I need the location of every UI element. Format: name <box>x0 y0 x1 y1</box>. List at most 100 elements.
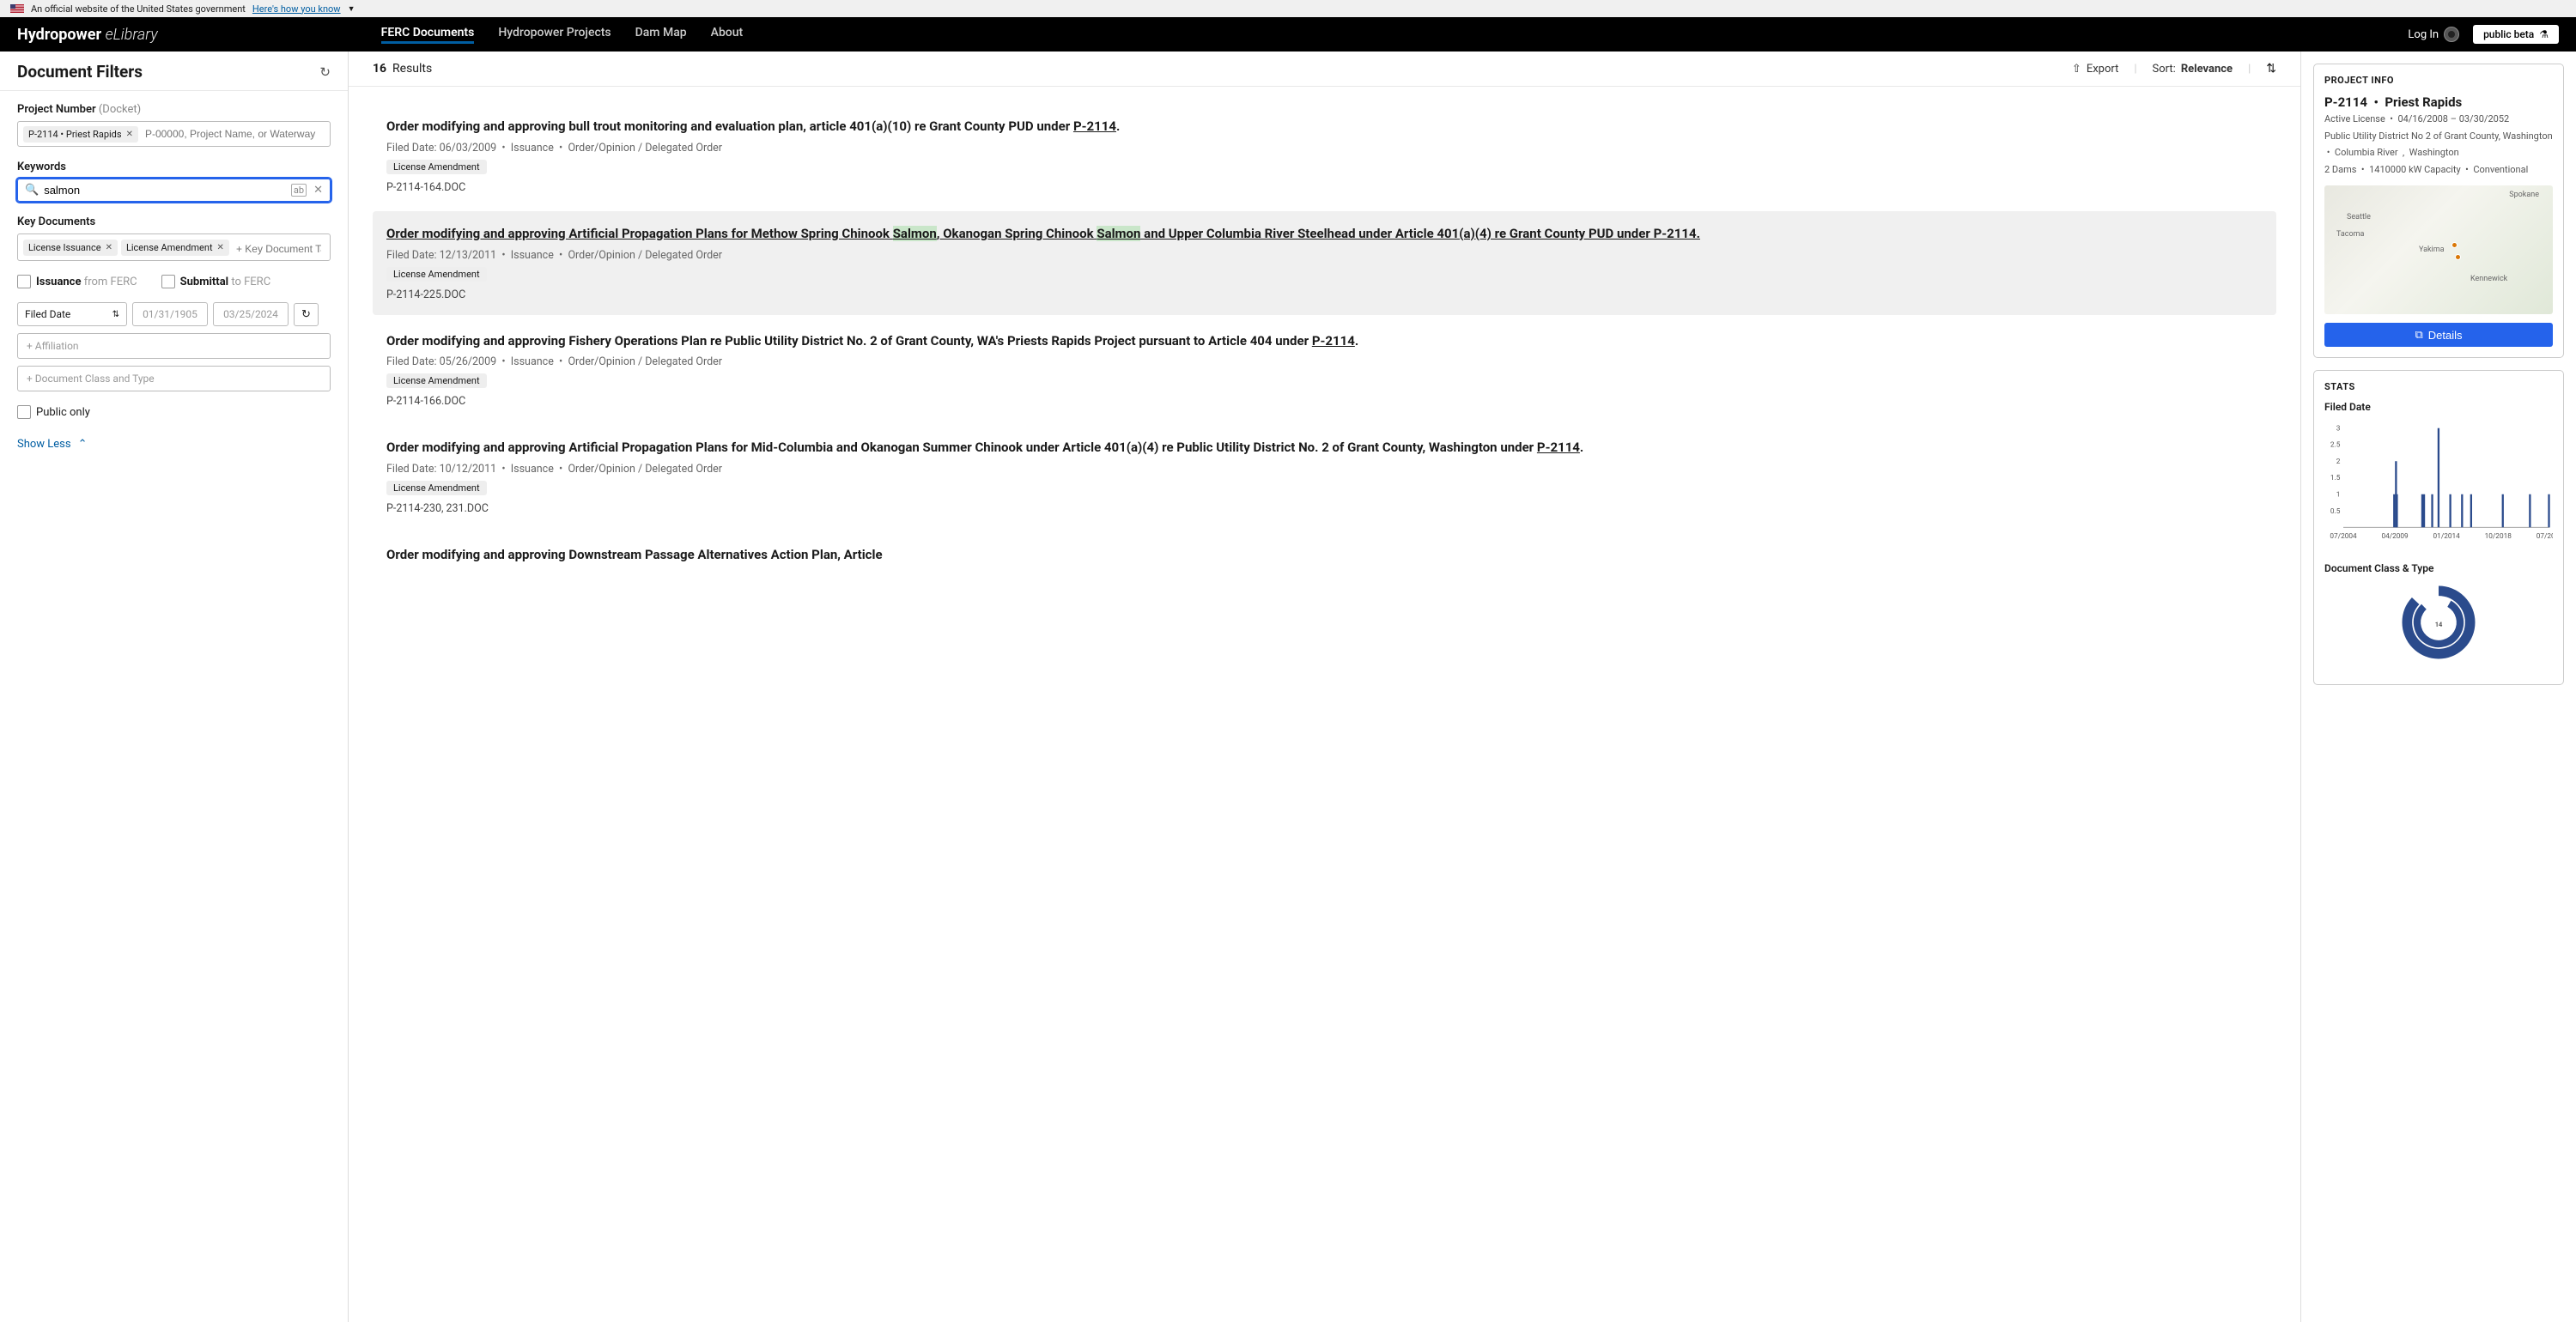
logo[interactable]: Hydropower eLibrary <box>17 26 158 44</box>
login-button[interactable]: Log In <box>2408 27 2459 42</box>
close-icon[interactable]: ✕ <box>106 243 112 252</box>
upload-icon: ⇧ <box>2072 63 2081 76</box>
sort-label: Sort: <box>2153 63 2176 76</box>
beta-button[interactable]: public beta ⚗ <box>2473 25 2559 44</box>
gov-banner: An official website of the United States… <box>0 0 2576 17</box>
submittal-bold: Submittal <box>180 276 229 288</box>
close-icon[interactable]: ✕ <box>217 243 224 252</box>
filters-title: Document Filters <box>17 62 143 82</box>
issuance-bold: Issuance <box>36 276 81 288</box>
svg-text:1: 1 <box>2336 491 2341 500</box>
result-meta: Filed Date: 06/03/2009 • Issuance • Orde… <box>386 142 2263 155</box>
doc-class-donut[interactable]: 14 <box>2324 579 2553 674</box>
doc-class-type-input[interactable]: + Document Class and Type <box>17 366 331 391</box>
show-less-label: Show Less <box>17 438 71 451</box>
results-count: 16 Results <box>373 62 432 76</box>
close-icon[interactable]: ✕ <box>126 130 133 139</box>
affiliation-input[interactable]: + Affiliation <box>17 333 331 359</box>
result-doc-name: P-2114-225.DOC <box>386 288 2263 301</box>
nav-hydropower-projects[interactable]: Hydropower Projects <box>498 26 611 44</box>
chip-label: License Issuance <box>28 242 101 253</box>
reset-icon: ↻ <box>301 308 311 321</box>
keydoc-chip-license-issuance: License Issuance ✕ <box>23 240 118 256</box>
filed-date-chart[interactable]: 0.511.522.5307/200404/200901/201410/2018… <box>2324 418 2553 547</box>
filters-sidebar: Document Filters ↻ Project Number (Docke… <box>0 52 349 1322</box>
export-button[interactable]: ⇧ Export <box>2072 63 2118 76</box>
issuance-checkbox[interactable]: Issuance from FERC <box>17 275 137 288</box>
map-label-yakima: Yakima <box>2419 246 2445 254</box>
result-title: Order modifying and approving Artificial… <box>386 225 2263 244</box>
issuance-dim: from FERC <box>84 276 137 288</box>
svg-text:0.5: 0.5 <box>2330 507 2341 516</box>
project-number-label: Project Number (Docket) <box>17 103 331 116</box>
project-location-line: • Columbia River , Washington <box>2324 146 2553 161</box>
result-doc-name: P-2114-164.DOC <box>386 181 2263 194</box>
details-button[interactable]: ⧉ Details <box>2324 323 2553 347</box>
svg-text:01/2014: 01/2014 <box>2433 532 2461 541</box>
keywords-input-wrapper[interactable]: 🔍 ab ✕ <box>17 179 331 202</box>
reset-filters-icon[interactable]: ↻ <box>319 64 331 80</box>
key-documents-field[interactable] <box>233 241 325 257</box>
filed-date-chart-label: Filed Date <box>2324 401 2553 413</box>
keywords-input[interactable] <box>44 184 286 197</box>
project-map[interactable]: Spokane Seattle Tacoma Yakima Kennewick <box>2324 185 2553 314</box>
public-only-checkbox[interactable]: Public only <box>17 405 331 419</box>
map-label-kennewick: Kennewick <box>2470 275 2507 283</box>
details-label: Details <box>2428 329 2463 342</box>
map-label-tacoma: Tacoma <box>2336 230 2364 239</box>
project-status-line: Active License • 04/16/2008 – 03/30/2052 <box>2324 112 2553 127</box>
result-meta: Filed Date: 10/12/2011 • Issuance • Orde… <box>386 463 2263 476</box>
clear-icon[interactable]: ✕ <box>313 184 323 197</box>
svg-text:2.5: 2.5 <box>2330 441 2341 450</box>
external-link-icon: ⧉ <box>2415 328 2422 342</box>
result-meta: Filed Date: 12/13/2011 • Issuance • Orde… <box>386 249 2263 262</box>
nav-ferc-documents[interactable]: FERC Documents <box>381 26 475 44</box>
result-item[interactable]: Order modifying and approving bull trout… <box>373 104 2276 208</box>
keywords-label: Keywords <box>17 161 331 173</box>
sort-field-label: Filed Date <box>25 308 70 320</box>
date-reset-button[interactable]: ↻ <box>294 303 319 326</box>
result-item[interactable]: Order modifying and approving Artificial… <box>373 211 2276 315</box>
result-item[interactable]: Order modifying and approving Artificial… <box>373 425 2276 529</box>
map-label-spokane: Spokane <box>2509 191 2539 199</box>
submittal-checkbox[interactable]: Submittal to FERC <box>161 275 271 288</box>
svg-text:1.5: 1.5 <box>2330 474 2341 482</box>
sort-field-select[interactable]: Filed Date ⇅ <box>17 302 127 326</box>
key-documents-label: Key Documents <box>17 215 331 228</box>
sort-button[interactable]: Sort: Relevance <box>2153 63 2233 76</box>
project-number-input[interactable]: P-2114 • Priest Rapids ✕ <box>17 121 331 147</box>
project-capacity-line: 2 Dams • 1410000 kW Capacity • Conventio… <box>2324 163 2553 178</box>
result-tag: License Amendment <box>386 481 487 495</box>
nav-dam-map[interactable]: Dam Map <box>635 26 687 44</box>
keydoc-chip-license-amendment: License Amendment ✕ <box>121 240 229 256</box>
nav-about[interactable]: About <box>711 26 744 44</box>
result-item[interactable]: Order modifying and approving Fishery Op… <box>373 318 2276 422</box>
date-from-input[interactable]: 01/31/1905 <box>132 302 208 326</box>
login-label: Log In <box>2408 28 2439 41</box>
divider: | <box>2248 63 2251 76</box>
main-nav: FERC Documents Hydropower Projects Dam M… <box>381 26 744 44</box>
logo-word2: eLibrary <box>106 26 158 44</box>
project-number-field[interactable] <box>142 126 325 142</box>
logo-word1: Hydropower <box>17 26 101 44</box>
show-less-toggle[interactable]: Show Less ⌃ <box>17 438 331 451</box>
exact-match-icon[interactable]: ab <box>291 184 307 197</box>
sort-value: Relevance <box>2181 63 2233 76</box>
gov-banner-text: An official website of the United States… <box>31 3 246 15</box>
topbar: Hydropower eLibrary FERC Documents Hydro… <box>0 17 2576 52</box>
result-tag: License Amendment <box>386 160 487 174</box>
sort-direction-icon[interactable]: ⇅ <box>2266 62 2276 76</box>
submittal-dim: to FERC <box>231 276 270 288</box>
chevron-up-icon: ⌃ <box>78 438 88 451</box>
svg-text:07/2023: 07/2023 <box>2537 532 2553 541</box>
search-icon: 🔍 <box>25 184 39 197</box>
gov-banner-link[interactable]: Here's how you know <box>252 3 341 15</box>
result-item[interactable]: Order modifying and approving Downstream… <box>373 532 2276 579</box>
donut-center-value: 14 <box>2435 621 2443 628</box>
result-title: Order modifying and approving bull trout… <box>386 118 2263 136</box>
date-to-input[interactable]: 03/25/2024 <box>213 302 289 326</box>
divider: | <box>2134 63 2136 76</box>
key-documents-input[interactable]: License Issuance ✕ License Amendment ✕ <box>17 233 331 261</box>
checkbox-icon <box>17 275 31 288</box>
beta-label: public beta <box>2483 28 2534 40</box>
